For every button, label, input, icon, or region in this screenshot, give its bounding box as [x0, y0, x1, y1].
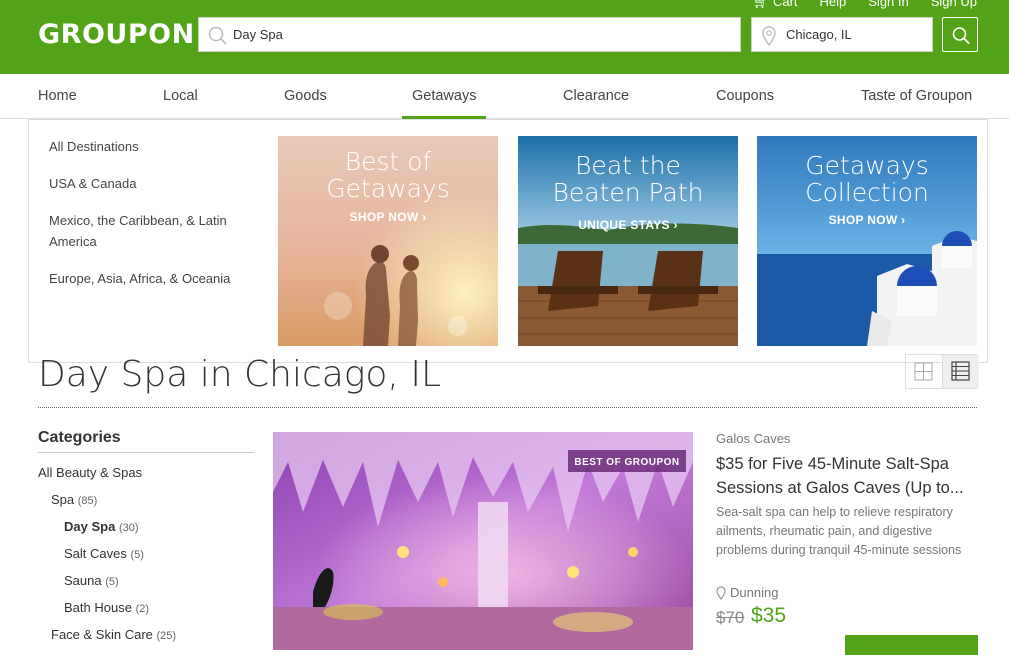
original-price: $70	[716, 608, 745, 627]
deal-location: Dunning	[716, 585, 778, 600]
deal-description: Sea-salt spa can help to relieve respira…	[716, 505, 962, 557]
category-all-beauty-spas[interactable]: All Beauty & Spas	[38, 465, 142, 480]
dropdown-link-europe-asia[interactable]: Europe, Asia, Africa, & Oceania	[49, 268, 249, 289]
location-input[interactable]	[786, 18, 926, 51]
salt-cave-image: BEST OF GROUPON	[273, 432, 693, 650]
nav-goods[interactable]: Goods	[284, 88, 327, 104]
category-day-spa[interactable]: Day Spa (30)	[64, 519, 139, 534]
cart-link-label: Cart	[772, 0, 798, 9]
view-toggle	[905, 354, 979, 389]
grid-view-icon	[914, 362, 933, 381]
nav-clearance[interactable]: Clearance	[563, 88, 629, 104]
grid-view-button[interactable]	[906, 355, 942, 388]
cart-link[interactable]: 🛒︎ Cart	[753, 0, 798, 10]
promo-title: Best of Getaways	[326, 147, 450, 203]
search-button[interactable]	[942, 17, 978, 52]
nav-coupons[interactable]: Coupons	[716, 88, 774, 104]
deal-merchant[interactable]: Galos Caves	[716, 431, 790, 446]
category-count: (85)	[77, 495, 98, 507]
header-bar: GROUPON 🛒︎ Cart Help Sign In Sign Up	[0, 0, 1009, 74]
location-box	[751, 17, 933, 52]
search-icon	[952, 27, 970, 45]
categories-divider	[38, 452, 254, 453]
promo-title: Beat the Beaten Path	[552, 151, 704, 207]
nav-home[interactable]: Home	[38, 88, 77, 104]
promo-cta: SHOP NOW ›	[349, 210, 427, 224]
list-view-button[interactable]	[942, 355, 979, 388]
categories-heading: Categories	[38, 429, 121, 446]
promo-getaways-collection[interactable]: Getaways Collection SHOP NOW ›	[757, 136, 977, 346]
promo-title: Getaways Collection	[805, 151, 929, 207]
category-label: Spa	[51, 492, 75, 507]
deal-location-label: Dunning	[730, 585, 779, 600]
view-deal-button[interactable]	[845, 635, 978, 655]
category-bath-house[interactable]: Bath House (2)	[64, 600, 149, 615]
category-sauna[interactable]: Sauna (5)	[64, 573, 119, 588]
best-of-groupon-badge: BEST OF GROUPON	[574, 457, 679, 468]
category-count: (2)	[135, 603, 150, 615]
dropdown-link-usa-canada[interactable]: USA & Canada	[49, 173, 249, 194]
search-input[interactable]	[233, 18, 733, 51]
category-salt-caves[interactable]: Salt Caves (5)	[64, 546, 144, 561]
search-box	[198, 17, 741, 52]
deal-title[interactable]: $35 for Five 45-Minute Salt-Spa Sessions…	[716, 452, 978, 500]
groupon-logo[interactable]: GROUPON	[38, 19, 195, 50]
category-face-skin-care[interactable]: Face & Skin Care (25)	[51, 627, 176, 642]
location-pin-icon	[716, 585, 726, 600]
section-divider	[38, 407, 977, 408]
sign-in-link[interactable]: Sign In	[868, 0, 908, 10]
help-link[interactable]: Help	[820, 0, 847, 10]
promo-cta: SHOP NOW ›	[828, 213, 906, 227]
promo-beat-the-beaten-path[interactable]: Beat the Beaten Path UNIQUE STAYS ›	[518, 136, 738, 346]
location-pin-icon	[762, 26, 776, 46]
top-links: 🛒︎ Cart Help Sign In Sign Up	[753, 0, 977, 10]
category-count: (30)	[118, 522, 139, 534]
search-icon	[208, 26, 227, 45]
category-spa[interactable]: Spa (85)	[51, 492, 97, 507]
nav-local[interactable]: Local	[163, 88, 198, 104]
category-label: Bath House	[64, 600, 132, 615]
category-label: Salt Caves	[64, 546, 127, 561]
deal-image[interactable]: BEST OF GROUPON	[273, 432, 693, 650]
promo-cta: UNIQUE STAYS ›	[578, 218, 678, 232]
category-count: (5)	[130, 549, 144, 561]
category-label: Face & Skin Care	[51, 627, 153, 642]
category-count: (25)	[156, 630, 177, 642]
list-view-icon	[951, 361, 970, 381]
category-count: (5)	[105, 576, 119, 588]
category-label: All Beauty & Spas	[38, 465, 143, 480]
dropdown-link-all-destinations[interactable]: All Destinations	[49, 136, 249, 157]
main-nav: Home Local Goods Getaways Clearance Coup…	[0, 74, 1009, 119]
page-title: Day Spa in Chicago, IL	[38, 354, 441, 395]
nav-getaways[interactable]: Getaways	[412, 88, 476, 104]
dropdown-link-mexico-caribbean[interactable]: Mexico, the Caribbean, & Latin America	[49, 210, 249, 252]
category-label: Sauna	[64, 573, 102, 588]
getaways-dropdown: All Destinations USA & Canada Mexico, th…	[28, 119, 988, 363]
sign-up-link[interactable]: Sign Up	[931, 0, 977, 10]
deal-price: $35	[751, 604, 787, 627]
promo-best-of-getaways[interactable]: Best of Getaways SHOP NOW ›	[278, 136, 498, 346]
category-label: Day Spa	[64, 519, 116, 534]
nav-taste-of-groupon[interactable]: Taste of Groupon	[861, 88, 972, 104]
